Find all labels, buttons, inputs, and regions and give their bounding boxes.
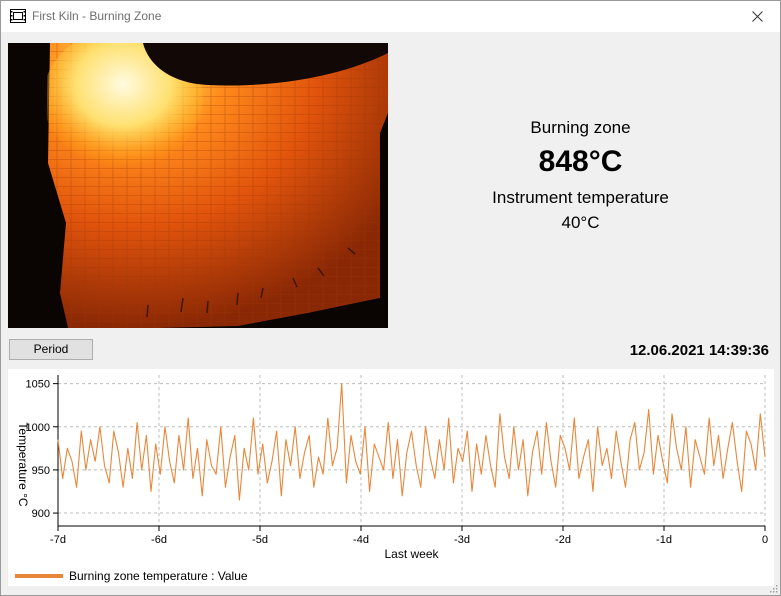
x-tick-label: -1d <box>656 534 672 546</box>
period-button[interactable]: Period <box>9 339 93 360</box>
y-tick-label: 950 <box>32 465 50 477</box>
current-datetime: 12.06.2021 14:39:36 <box>629 342 769 359</box>
window: First Kiln - Burning Zone Burning zone 8… <box>0 0 781 596</box>
x-tick-label: -2d <box>555 534 571 546</box>
temperature-chart: -7d -6d -5d -4d -3d -2d -1d 0 1050 1000 950 900 Last… <box>8 369 774 586</box>
y-tick-label: 900 <box>32 508 50 520</box>
x-tick-label: -5d <box>252 534 268 546</box>
y-axis-label: Temperature °C <box>16 422 30 506</box>
x-tick-label: -7d <box>50 534 66 546</box>
close-button[interactable] <box>734 1 780 32</box>
close-icon <box>751 11 763 22</box>
instrument-temperature-value: 40°C <box>561 213 600 232</box>
legend-label: Burning zone temperature : Value <box>69 569 248 583</box>
series-line-burning-zone <box>57 383 766 501</box>
title-bar[interactable]: First Kiln - Burning Zone <box>1 1 780 32</box>
x-tick-label: 0 <box>762 534 768 546</box>
x-axis-label: Last week <box>384 547 439 561</box>
x-tick-label: -3d <box>454 534 470 546</box>
y-tick-label: 1050 <box>26 379 50 391</box>
legend-swatch <box>15 574 63 578</box>
burning-zone-label: Burning zone <box>530 118 631 137</box>
resize-grip-icon[interactable] <box>768 583 778 593</box>
kiln-camera-image <box>8 43 388 328</box>
x-tick-label: -4d <box>353 534 369 546</box>
window-title: First Kiln - Burning Zone <box>32 9 162 23</box>
burning-zone-temperature: 848°C <box>538 145 623 178</box>
film-icon <box>10 9 26 23</box>
readout-panel: Burning zone 848°C Instrument temperatur… <box>389 117 772 234</box>
chart-legend: Burning zone temperature : Value <box>15 569 248 583</box>
instrument-temperature-label: Instrument temperature <box>492 188 669 207</box>
chart-svg: -7d -6d -5d -4d -3d -2d -1d 010501000950900Last… <box>16 375 768 561</box>
x-tick-label: -6d <box>151 534 167 546</box>
